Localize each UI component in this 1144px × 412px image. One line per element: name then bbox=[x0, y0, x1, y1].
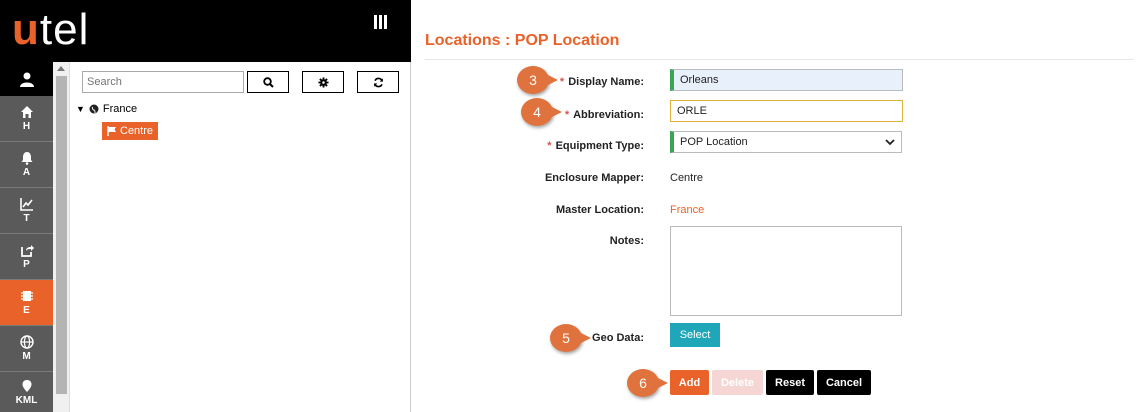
cancel-button[interactable]: Cancel bbox=[817, 370, 871, 395]
delete-button[interactable]: Delete bbox=[712, 370, 763, 395]
chart-icon bbox=[19, 198, 33, 211]
step-callout-6: 6 bbox=[627, 369, 668, 397]
display-name-input[interactable] bbox=[670, 69, 903, 91]
enclosure-mapper-value: Centre bbox=[670, 172, 704, 184]
geo-data-label: Geo Data: bbox=[592, 332, 644, 344]
required-marker: * bbox=[559, 76, 565, 88]
nav-item-t[interactable]: T bbox=[0, 188, 53, 234]
tree-node-label: France bbox=[102, 103, 138, 115]
search-button[interactable] bbox=[247, 71, 289, 93]
master-location-link[interactable]: France bbox=[670, 204, 704, 216]
refresh-icon bbox=[373, 77, 383, 87]
chevron-down-icon bbox=[885, 138, 895, 145]
nav-label: E bbox=[23, 305, 30, 316]
add-button[interactable]: Add bbox=[670, 370, 709, 395]
logo: utel bbox=[12, 8, 89, 52]
logo-rest: tel bbox=[39, 5, 90, 54]
search-icon bbox=[262, 76, 274, 88]
nav-item-e[interactable]: E bbox=[0, 280, 53, 326]
nav-label: P bbox=[23, 259, 30, 270]
app: utel H A T P E M KML Search ▼ France Cen… bbox=[0, 0, 1144, 412]
equipment-type-label: * Equipment Type: bbox=[444, 140, 644, 152]
step-callout-4: 4 bbox=[521, 98, 562, 126]
scroll-up-arrow-icon[interactable] bbox=[57, 66, 65, 71]
nav-item-h[interactable]: H bbox=[0, 96, 53, 142]
scroll-thumb[interactable] bbox=[56, 76, 67, 394]
reset-button[interactable]: Reset bbox=[766, 370, 814, 395]
enclosure-mapper-label: Enclosure Mapper: bbox=[544, 172, 644, 184]
expand-caret-icon[interactable]: ▼ bbox=[76, 104, 85, 114]
tree-scrollbar[interactable] bbox=[53, 62, 70, 412]
step-callout-5: 5 bbox=[550, 324, 591, 352]
menu-columns-icon[interactable] bbox=[374, 15, 388, 29]
nav-label: H bbox=[22, 121, 31, 132]
label-text: Display Name: bbox=[568, 76, 644, 88]
bell-icon bbox=[21, 152, 32, 165]
notes-textarea[interactable] bbox=[670, 226, 902, 316]
nav-item-p[interactable]: P bbox=[0, 234, 53, 280]
refresh-button[interactable] bbox=[357, 71, 399, 93]
step-callout-3: 3 bbox=[517, 66, 558, 94]
nav-item-kml[interactable]: KML bbox=[0, 372, 53, 412]
user-icon[interactable] bbox=[0, 62, 53, 96]
label-text: Abbreviation: bbox=[573, 109, 644, 121]
share-icon bbox=[20, 245, 34, 257]
settings-button[interactable] bbox=[302, 71, 344, 93]
nav-label: KML bbox=[15, 394, 38, 406]
flag-icon bbox=[107, 126, 116, 136]
top-bar: utel bbox=[0, 0, 411, 62]
master-location-label: Master Location: bbox=[555, 204, 644, 216]
globe-icon bbox=[89, 104, 99, 114]
logo-accent: u bbox=[12, 5, 40, 54]
nav-item-m[interactable]: M bbox=[0, 326, 53, 372]
nav-label: A bbox=[22, 167, 31, 178]
home-icon bbox=[20, 106, 33, 118]
abbreviation-input[interactable] bbox=[670, 100, 903, 122]
nav-item-a[interactable]: A bbox=[0, 142, 53, 188]
page-title: Locations : POP Location bbox=[425, 32, 620, 49]
tree-node-root[interactable]: ▼ France bbox=[76, 103, 137, 115]
required-marker: * bbox=[547, 140, 552, 152]
nav-label: M bbox=[22, 351, 31, 362]
label-text: Equipment Type: bbox=[555, 140, 644, 152]
geo-select-button[interactable]: Select bbox=[670, 323, 720, 347]
gear-icon bbox=[317, 76, 329, 88]
title-divider bbox=[425, 59, 1134, 60]
required-marker: * bbox=[564, 109, 570, 121]
notes-label: Notes: bbox=[609, 235, 644, 247]
tree-panel: ▼ France Centre bbox=[70, 62, 411, 412]
nav-label: T bbox=[23, 213, 30, 224]
search-input[interactable] bbox=[82, 71, 244, 93]
map-pin-icon bbox=[22, 379, 31, 392]
equipment-type-select[interactable]: POP Location bbox=[670, 131, 902, 153]
chip-icon bbox=[20, 291, 33, 301]
globe-icon bbox=[19, 335, 34, 349]
select-value: POP Location bbox=[680, 136, 748, 148]
tree-node-centre[interactable]: Centre bbox=[102, 122, 159, 140]
tree-node-label: Centre bbox=[120, 125, 154, 137]
nav-rail: H A T P E M KML bbox=[0, 62, 53, 412]
